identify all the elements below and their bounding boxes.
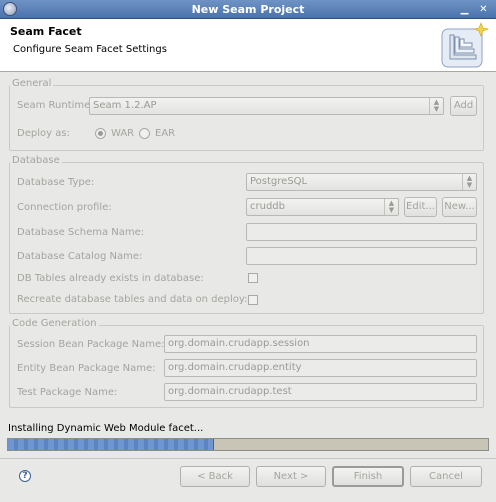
recreate-tables-label: Recreate database tables and data on dep… — [17, 294, 248, 305]
progress-bar — [7, 438, 489, 451]
test-package-input[interactable]: org.domain.crudapp.test — [164, 383, 477, 401]
test-package-label: Test Package Name: — [17, 387, 118, 398]
seam-runtime-label: Seam Runtime — [17, 100, 91, 111]
new-profile-button[interactable]: New... — [442, 197, 477, 217]
finish-button[interactable]: Finish — [332, 466, 404, 487]
code-generation-legend: Code Generation — [10, 318, 99, 329]
database-legend: Database — [10, 155, 62, 166]
general-legend: General — [10, 78, 54, 89]
footer-separator — [0, 458, 496, 459]
help-icon[interactable]: ? — [19, 470, 31, 482]
connection-profile-label: Connection profile: — [17, 202, 112, 213]
seam-banner-icon — [441, 22, 490, 68]
page-title: Seam Facet — [10, 25, 82, 38]
page-subtitle: Configure Seam Facet Settings — [13, 44, 167, 55]
connection-profile-combo[interactable]: cruddb ▲ ▼ — [246, 198, 399, 216]
recreate-tables-checkbox[interactable] — [248, 295, 258, 305]
session-package-label: Session Bean Package Name: — [17, 339, 165, 350]
session-package-input[interactable]: org.domain.crudapp.session — [164, 335, 477, 353]
database-type-label: Database Type: — [17, 177, 95, 188]
war-label: WAR — [111, 128, 135, 139]
catalog-name-label: Database Catalog Name: — [17, 251, 143, 262]
entity-package-input[interactable]: org.domain.crudapp.entity — [164, 359, 477, 377]
combo-arrows-icon: ▲ ▼ — [462, 174, 476, 190]
general-group: General — [9, 78, 484, 151]
combo-arrows-icon: ▲ ▼ — [384, 199, 398, 215]
tables-exist-label: DB Tables already exists in database: — [17, 273, 204, 284]
wizard-header: Seam Facet Configure Seam Facet Settings — [0, 19, 496, 72]
close-icon[interactable]: ✕ — [477, 3, 490, 16]
ear-radio[interactable] — [139, 128, 150, 139]
connection-profile-value: cruddb — [250, 201, 285, 212]
schema-name-input[interactable] — [246, 223, 477, 241]
database-type-combo[interactable]: PostgreSQL ▲ ▼ — [246, 173, 477, 191]
schema-name-label: Database Schema Name: — [17, 227, 145, 238]
seam-runtime-value: Seam 1.2.AP — [93, 100, 157, 111]
combo-arrows-icon: ▲ ▼ — [429, 98, 443, 114]
war-radio[interactable] — [95, 128, 106, 139]
database-type-value: PostgreSQL — [250, 176, 308, 187]
add-runtime-button[interactable]: Add — [450, 96, 477, 116]
catalog-name-input[interactable] — [246, 247, 477, 265]
tables-exist-checkbox[interactable] — [248, 273, 258, 283]
seam-runtime-combo[interactable]: Seam 1.2.AP ▲ ▼ — [89, 97, 444, 115]
entity-package-label: Entity Bean Package Name: — [17, 363, 156, 374]
minimize-icon[interactable]: ▁ — [458, 3, 471, 16]
edit-profile-button[interactable]: Edit... — [404, 197, 437, 217]
window-title: New Seam Project — [191, 3, 305, 16]
status-text: Installing Dynamic Web Module facet... — [8, 423, 204, 434]
title-bar: New Seam Project ▁ ✕ — [0, 0, 496, 19]
cancel-button[interactable]: Cancel — [410, 466, 482, 487]
progress-fill — [8, 439, 215, 450]
next-button[interactable]: Next > — [256, 466, 326, 487]
back-button[interactable]: < Back — [180, 466, 250, 487]
ear-label: EAR — [155, 128, 176, 139]
deploy-as-label: Deploy as: — [17, 128, 70, 139]
